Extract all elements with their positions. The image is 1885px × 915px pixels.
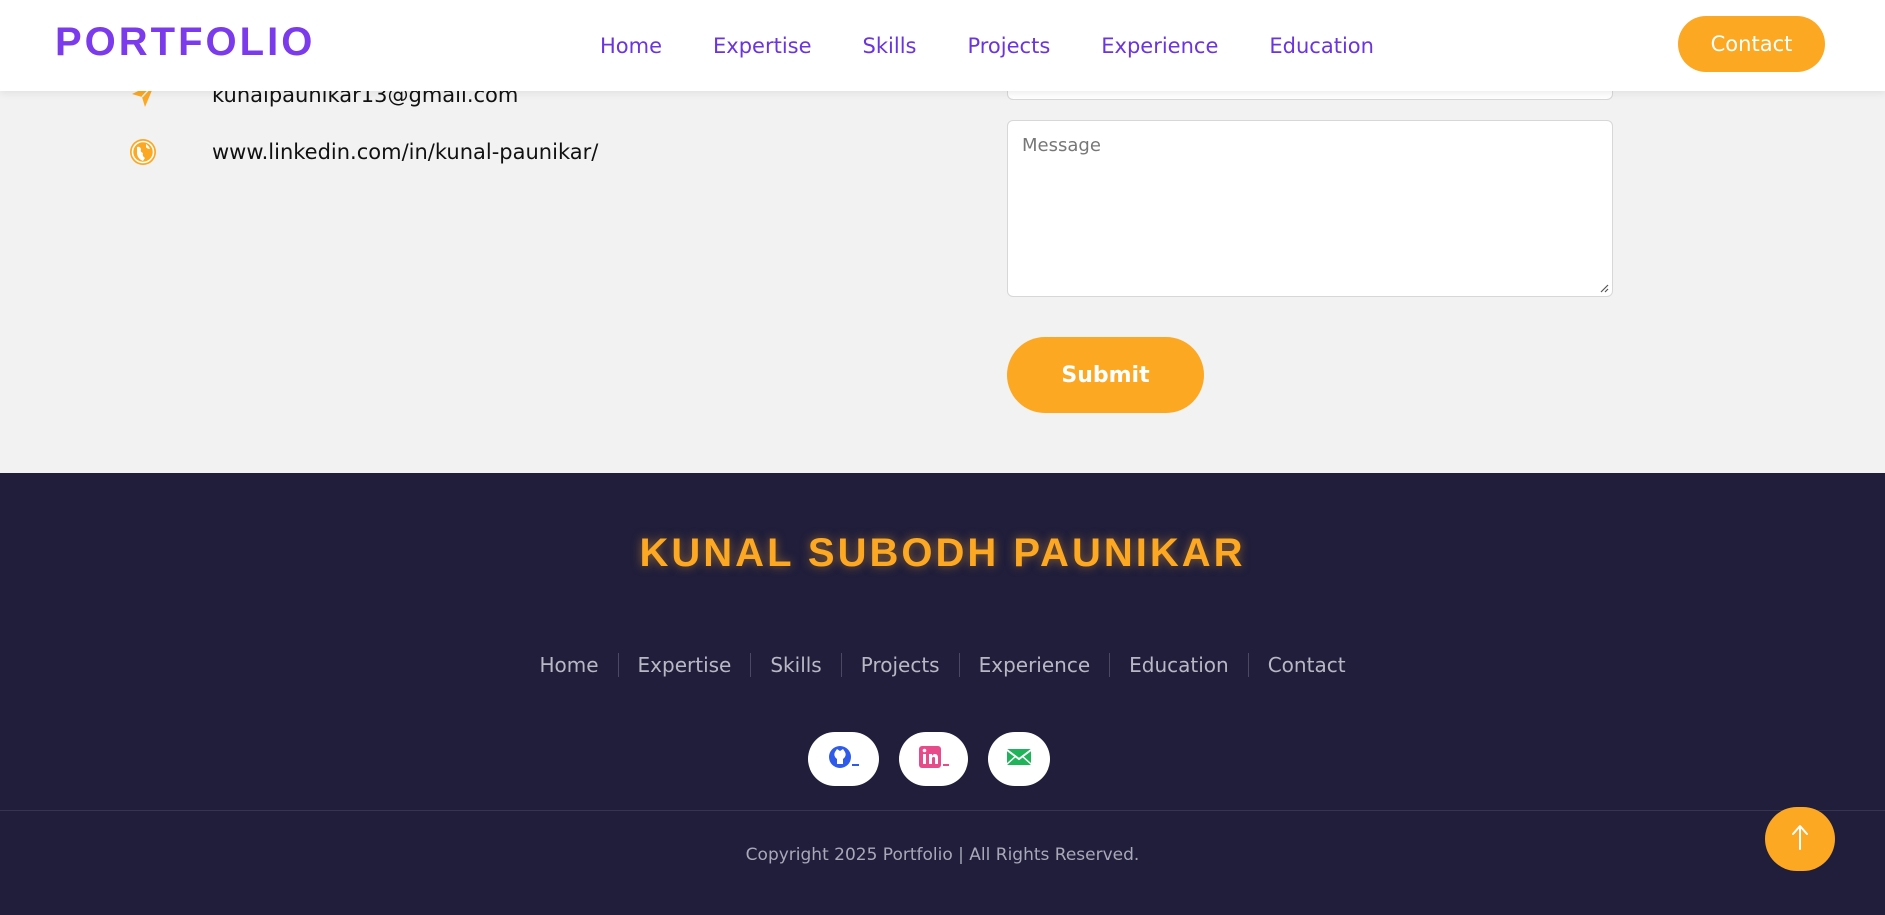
nav-experience[interactable]: Experience bbox=[1101, 34, 1218, 58]
logo[interactable]: PORTFOLIO bbox=[55, 20, 315, 65]
linkedin-button[interactable] bbox=[899, 732, 968, 786]
message-placeholder: Message bbox=[1022, 135, 1101, 156]
footer-nav: Home Expertise Skills Projects Experienc… bbox=[0, 653, 1885, 677]
footer-divider bbox=[0, 810, 1885, 811]
site-footer: KUNAL SUBODH PAUNIKAR Home Expertise Ski… bbox=[0, 473, 1885, 915]
footer-name: KUNAL SUBODH PAUNIKAR bbox=[639, 531, 1246, 575]
footer-nav-skills[interactable]: Skills bbox=[750, 653, 840, 677]
footer-nav-expertise[interactable]: Expertise bbox=[617, 653, 751, 677]
back-to-top-button[interactable] bbox=[1765, 807, 1835, 871]
github-icon bbox=[827, 744, 861, 774]
linkedin-text[interactable]: www.linkedin.com/in/kunal-paunikar/ bbox=[212, 140, 598, 164]
mail-button[interactable] bbox=[988, 732, 1050, 786]
footer-nav-experience[interactable]: Experience bbox=[958, 653, 1110, 677]
mail-icon bbox=[1006, 747, 1032, 771]
footer-nav-education[interactable]: Education bbox=[1109, 653, 1248, 677]
contact-button[interactable]: Contact bbox=[1678, 16, 1825, 72]
nav-education[interactable]: Education bbox=[1269, 34, 1374, 58]
submit-button[interactable]: Submit bbox=[1007, 337, 1204, 413]
main-nav: Home Expertise Skills Projects Experienc… bbox=[600, 0, 1425, 91]
github-button[interactable] bbox=[808, 732, 879, 786]
resize-grip-icon[interactable] bbox=[1599, 283, 1609, 293]
arrow-up-icon bbox=[1790, 823, 1810, 855]
nav-projects[interactable]: Projects bbox=[967, 34, 1050, 58]
footer-nav-home[interactable]: Home bbox=[520, 653, 617, 677]
globe-icon bbox=[128, 137, 158, 167]
message-textarea[interactable]: Message bbox=[1007, 120, 1613, 297]
linkedin-row: www.linkedin.com/in/kunal-paunikar/ bbox=[128, 137, 598, 167]
nav-skills[interactable]: Skills bbox=[863, 34, 917, 58]
nav-home[interactable]: Home bbox=[600, 34, 662, 58]
footer-nav-contact[interactable]: Contact bbox=[1247, 653, 1365, 677]
site-header: PORTFOLIO Home Expertise Skills Projects… bbox=[0, 0, 1885, 91]
nav-expertise[interactable]: Expertise bbox=[713, 34, 812, 58]
linkedin-icon bbox=[917, 744, 951, 774]
footer-nav-projects[interactable]: Projects bbox=[840, 653, 959, 677]
copyright-text: Copyright 2025 Portfolio | All Rights Re… bbox=[745, 845, 1140, 865]
